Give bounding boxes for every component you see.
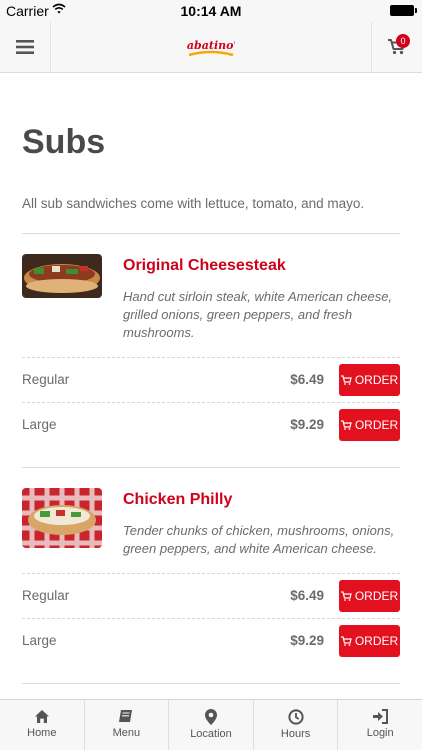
size-label: Regular <box>22 372 70 387</box>
cart-button[interactable]: 0 <box>371 22 422 72</box>
menu-content[interactable]: Subs All sub sandwiches come with lettuc… <box>0 73 422 699</box>
size-label: Regular <box>22 588 70 603</box>
item-name[interactable]: Original Cheesesteak <box>123 257 286 275</box>
price-label: $9.29 <box>290 633 324 648</box>
order-button-label: ORDER <box>354 418 399 432</box>
price-row: Large $9.29 ORDER <box>22 618 400 663</box>
price-row: Regular $6.49 ORDER <box>22 573 400 618</box>
order-button[interactable]: ORDER <box>339 625 400 657</box>
map-marker-icon <box>204 709 217 725</box>
status-time: 10:14 AM <box>180 3 242 19</box>
cart-plus-icon <box>340 591 352 601</box>
order-button[interactable]: ORDER <box>339 580 400 612</box>
hamburger-icon <box>16 40 34 54</box>
item-description: Hand cut sirloin steak, white American c… <box>123 289 393 340</box>
hamburger-menu-button[interactable] <box>0 22 51 72</box>
clock-icon <box>287 709 304 725</box>
cart-plus-icon <box>340 420 352 430</box>
sign-in-icon <box>372 709 388 724</box>
size-label: Large <box>22 417 57 432</box>
tab-login[interactable]: Login <box>338 700 422 750</box>
battery-icon <box>390 5 417 16</box>
category-description: All sub sandwiches come with lettuce, to… <box>22 196 365 211</box>
home-icon <box>34 710 49 723</box>
divider <box>22 683 400 684</box>
item-description: Tender chunks of chicken, mushrooms, oni… <box>123 523 395 556</box>
price-label: $9.29 <box>290 417 324 432</box>
order-button-label: ORDER <box>354 373 399 387</box>
order-button-label: ORDER <box>354 589 399 603</box>
item-image[interactable] <box>22 254 102 298</box>
divider <box>22 467 400 468</box>
divider <box>22 233 400 234</box>
item-image[interactable] <box>22 488 102 548</box>
book-icon <box>119 710 133 722</box>
restaurant-logo[interactable]: Sabatino's <box>187 35 235 59</box>
price-label: $6.49 <box>290 588 324 603</box>
order-button[interactable]: ORDER <box>339 409 400 441</box>
tab-home[interactable]: Home <box>0 700 85 750</box>
price-row: Regular $6.49 ORDER <box>22 357 400 402</box>
tab-label: Home <box>27 727 57 739</box>
top-navigation: Sabatino's 0 <box>0 22 422 73</box>
bottom-tab-bar: Home Menu Location Hours Login <box>0 699 422 750</box>
price-row: Large $9.29 ORDER <box>22 402 400 447</box>
tab-label: Location <box>190 728 232 740</box>
tab-menu[interactable]: Menu <box>85 700 170 750</box>
size-label: Large <box>22 633 57 648</box>
cart-count-badge: 0 <box>396 34 410 48</box>
page-title: Subs <box>22 123 106 161</box>
tab-label: Login <box>366 727 394 739</box>
tab-hours[interactable]: Hours <box>254 700 339 750</box>
item-name[interactable]: Chicken Philly <box>123 491 232 509</box>
status-bar: Carrier 10:14 AM <box>0 0 422 22</box>
tab-label: Hours <box>280 728 311 740</box>
tab-location[interactable]: Location <box>169 700 254 750</box>
order-button[interactable]: ORDER <box>339 364 400 396</box>
tab-label: Menu <box>112 727 141 739</box>
cart-plus-icon <box>340 375 352 385</box>
cart-plus-icon <box>340 636 352 646</box>
price-label: $6.49 <box>290 372 324 387</box>
logo-text: Sabatino's <box>187 39 235 52</box>
order-button-label: ORDER <box>354 634 399 648</box>
